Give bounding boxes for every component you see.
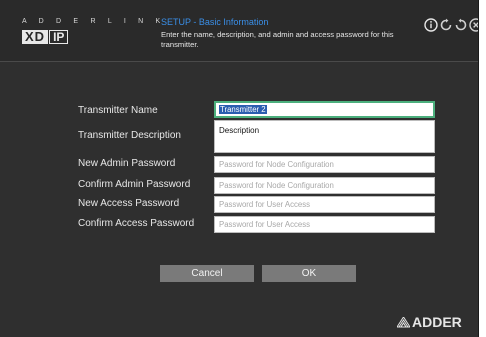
- new-admin-password-input[interactable]: Password for Node Configuration: [214, 156, 435, 173]
- adder-logo-icon: [396, 315, 411, 328]
- confirm-admin-password-input[interactable]: Password for Node Configuration: [214, 177, 435, 194]
- transmitter-description-input[interactable]: Description: [214, 120, 435, 153]
- confirm-access-password-label: Confirm Access Password: [78, 218, 195, 229]
- info-icon[interactable]: [424, 18, 438, 32]
- refresh-icon[interactable]: [439, 18, 453, 32]
- transmitter-name-value: Transmitter 2: [219, 105, 267, 114]
- brand-name: ADDER: [412, 314, 462, 330]
- confirm-access-password-input[interactable]: Password for User Access: [214, 216, 435, 233]
- transmitter-name-label: Transmitter Name: [78, 105, 158, 116]
- adder-brand: ADDER: [396, 314, 462, 330]
- new-access-password-input[interactable]: Password for User Access: [214, 196, 435, 213]
- setup-screen: A D D E R L I N K XD IP SETUP - Basic In…: [0, 0, 479, 337]
- header-bar: A D D E R L I N K XD IP SETUP - Basic In…: [0, 0, 478, 62]
- logo-badge: XD IP: [22, 30, 69, 44]
- new-admin-password-label: New Admin Password: [78, 158, 176, 169]
- close-icon[interactable]: [469, 18, 478, 32]
- transmitter-description-label: Transmitter Description: [78, 130, 181, 141]
- logo-wordmark: A D D E R L I N K: [22, 18, 166, 25]
- new-access-password-label: New Access Password: [78, 198, 180, 209]
- reload-icon[interactable]: [454, 18, 468, 32]
- cancel-button[interactable]: Cancel: [160, 265, 254, 282]
- confirm-admin-password-label: Confirm Admin Password: [78, 179, 191, 190]
- header-icons: [424, 18, 478, 32]
- logo-ip: IP: [49, 30, 69, 44]
- transmitter-name-input[interactable]: Transmitter 2: [214, 101, 435, 118]
- page-title: SETUP - Basic Information: [161, 17, 269, 27]
- page-description: Enter the name, description, and admin a…: [161, 30, 394, 49]
- ok-button[interactable]: OK: [262, 265, 356, 282]
- logo-xd: XD: [22, 30, 49, 44]
